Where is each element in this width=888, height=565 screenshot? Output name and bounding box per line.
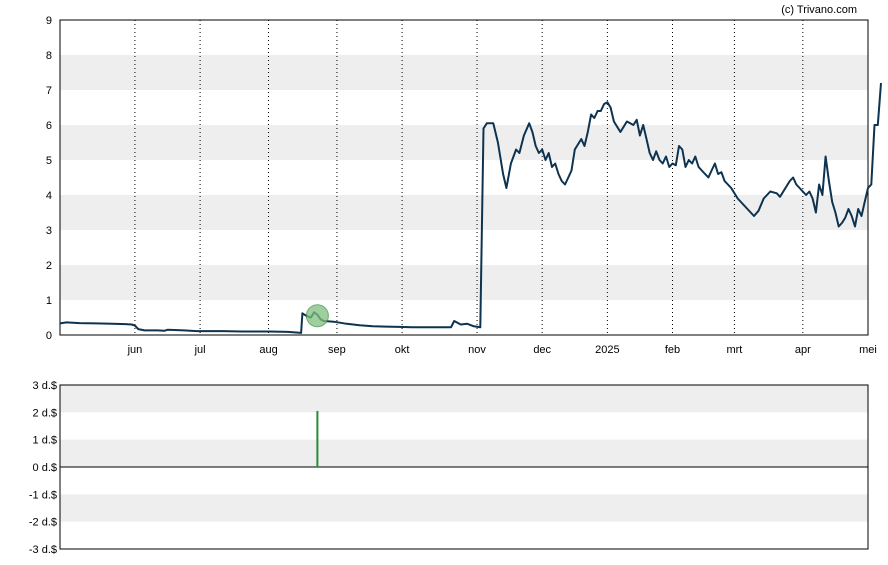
y-tick-label: 7 [46, 85, 52, 97]
y-tick-label: -3 d.$ [29, 544, 57, 556]
y-tick-label: 8 [46, 50, 52, 62]
y-tick-label: 3 d.$ [33, 380, 57, 392]
x-tick-label: dec [533, 344, 551, 356]
band-row [60, 385, 868, 413]
band-row [60, 125, 868, 160]
x-tick-label: apr [795, 344, 811, 356]
x-tick-label: aug [259, 344, 277, 356]
y-tick-label: 4 [46, 190, 52, 202]
x-tick-label: mei [859, 344, 877, 356]
x-tick-label: mrt [726, 344, 742, 356]
x-tick-label: jun [127, 344, 143, 356]
y-tick-label: 2 d.$ [33, 407, 57, 419]
x-tick-label: jul [194, 344, 206, 356]
band-row [60, 55, 868, 90]
dividend-chart: 3 d.$ 2 d.$ 1 d.$ 0 d.$ -1 d.$ -2 d.$ -3 d.$ [29, 380, 869, 556]
band-row [60, 195, 868, 230]
x-tick-label: 2025 [595, 344, 619, 356]
y-tick-label: 5 [46, 155, 52, 167]
y-tick-label: 3 [46, 225, 52, 237]
band-row [60, 439, 868, 467]
x-tick-label: sep [328, 344, 346, 356]
y-tick-label: -2 d.$ [29, 517, 57, 529]
y-tick-label: 9 [46, 15, 52, 27]
credit-text: (c) Trivano.com [781, 4, 857, 16]
y-tick-label: 0 [46, 330, 52, 342]
chart-svg: (c) Trivano.com jun jul aug sep okt nov dec 202… [29, 4, 882, 556]
y-tick-label: 2 [46, 260, 52, 272]
y-tick-label: -1 d.$ [29, 489, 57, 501]
x-tick-label: nov [468, 344, 486, 356]
price-chart: jun jul aug sep okt nov dec 2025 feb mrt apr mei 0 1 2… [46, 15, 882, 356]
y-tick-label: 0 d.$ [33, 462, 57, 474]
chart-root: (c) Trivano.com jun jul aug sep okt nov dec 202… [0, 0, 888, 565]
y-tick-label: 1 [46, 295, 52, 307]
band-row [60, 265, 868, 300]
y-tick-label: 6 [46, 120, 52, 132]
x-tick-label: feb [665, 344, 680, 356]
dividend-marker [305, 304, 329, 328]
x-tick-label: okt [395, 344, 410, 356]
band-row [60, 494, 868, 522]
y-tick-label: 1 d.$ [33, 435, 57, 447]
